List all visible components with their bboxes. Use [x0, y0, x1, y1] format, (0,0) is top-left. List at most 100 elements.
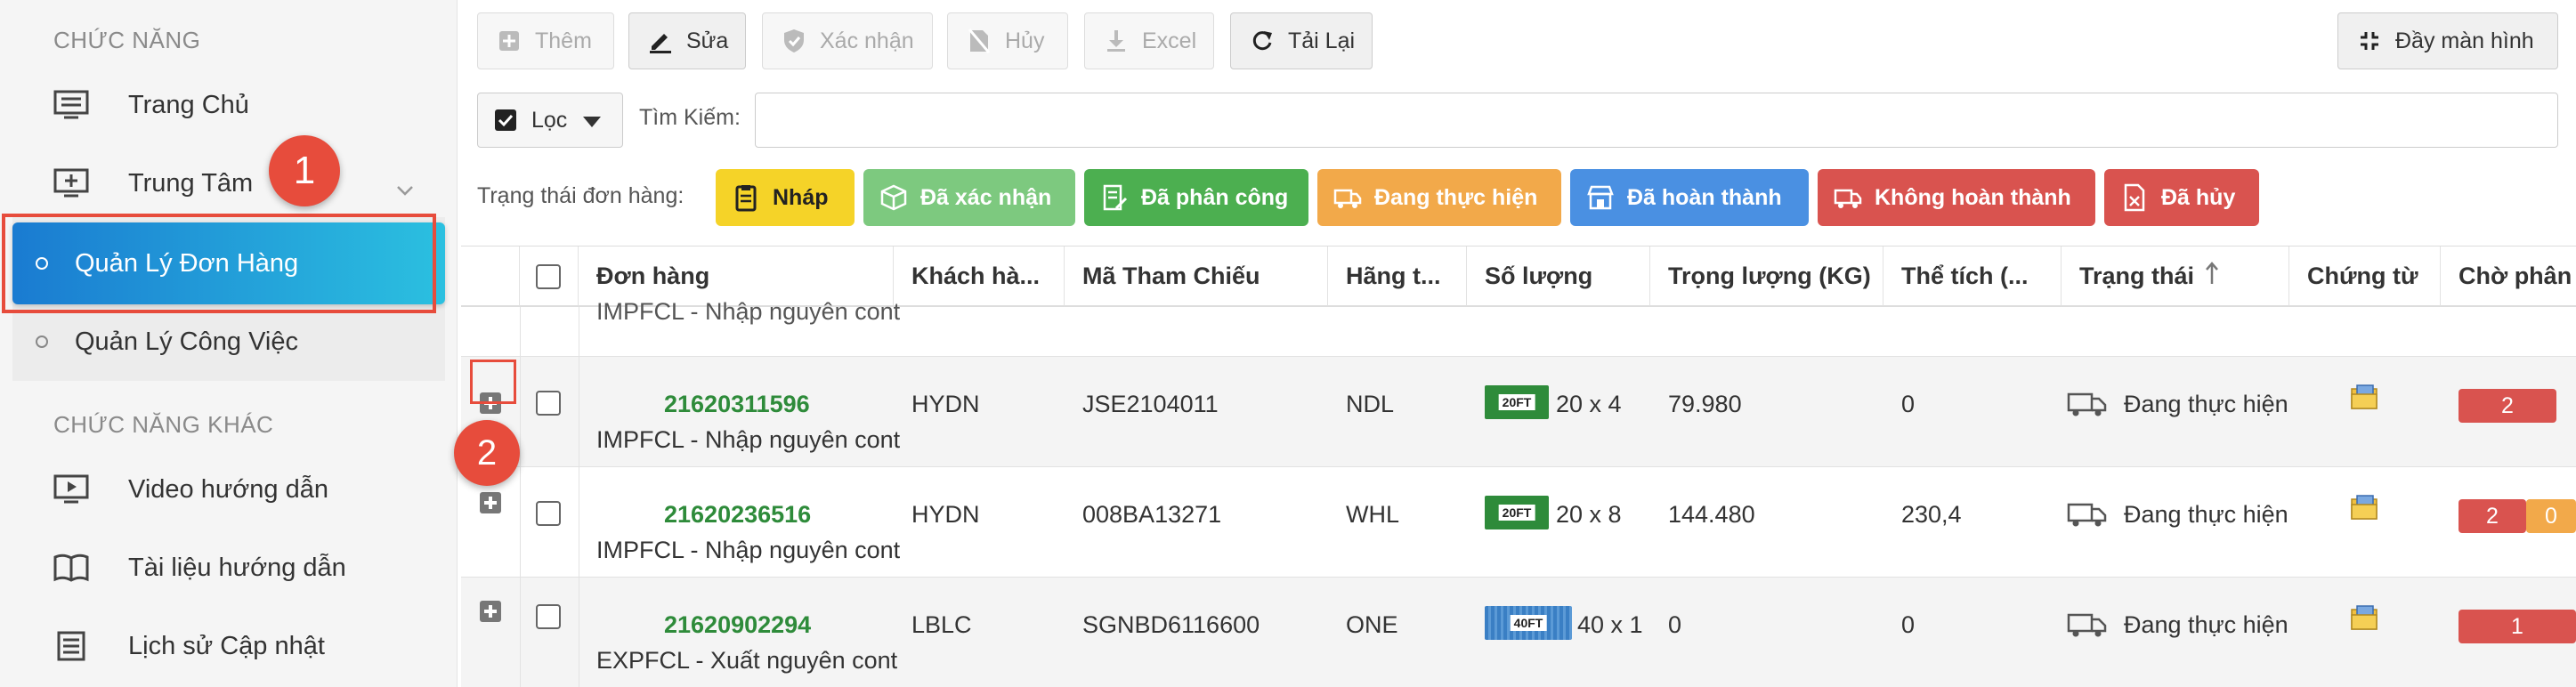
truck-remove-icon: [1834, 189, 1862, 208]
select-all-checkbox[interactable]: [536, 264, 561, 289]
header-carrier[interactable]: Hãng t...: [1328, 247, 1467, 307]
table-row[interactable]: 21620902294 EXPFCL - Xuất nguyên cont LB…: [461, 578, 2576, 687]
row-checkbox[interactable]: [536, 604, 561, 629]
table-row[interactable]: 21620311596 IMPFCL - Nhập nguyên cont HY…: [461, 357, 2576, 467]
highlight-frame-expand: [470, 360, 516, 404]
list-icon: [52, 626, 91, 666]
callout-badge-1: 1: [269, 135, 340, 206]
quantity: 40 x 1: [1577, 611, 1643, 638]
search-label: Tìm Kiếm:: [639, 105, 741, 130]
sidebar-item-label: Quản Lý Công Việc: [75, 327, 298, 356]
truck-icon: [2067, 611, 2108, 643]
status-not-completed-button[interactable]: Không hoàn thành: [1818, 169, 2095, 226]
excel-button[interactable]: Excel: [1084, 12, 1214, 69]
customer: HYDN: [911, 391, 980, 417]
sidebar-item-label: Trung Tâm: [128, 168, 254, 198]
store-icon: [1587, 185, 1614, 210]
sidebar-item-docs[interactable]: Tài liệu hướng dẫn: [0, 532, 458, 603]
header-status[interactable]: Trạng thái: [2062, 247, 2289, 307]
callout-badge-2: 2: [454, 420, 520, 486]
highlight-frame-menu: [2, 214, 436, 313]
clipboard-icon: [735, 185, 757, 212]
status-draft-button[interactable]: Nháp: [716, 169, 855, 226]
sidebar-item-home[interactable]: Trang Chủ: [0, 69, 458, 141]
order-id-link[interactable]: 21620902294: [664, 611, 811, 639]
partial-order-type: IMPFCL - Nhập nguyên cont: [596, 298, 901, 325]
search-input[interactable]: [755, 93, 2558, 148]
sidebar-item-changelog[interactable]: Lịch sử Cập nhật: [0, 610, 458, 682]
header-volume[interactable]: Thể tích (...: [1883, 247, 2062, 307]
truck-icon: [2067, 391, 2108, 422]
box-icon: [880, 184, 907, 211]
reference: SGNBD6116600: [1082, 611, 1260, 638]
status-confirmed-button[interactable]: Đã xác nhận: [863, 169, 1075, 226]
row-checkbox[interactable]: [536, 391, 561, 416]
table-row[interactable]: 21620236516 IMPFCL - Nhập nguyên cont HY…: [461, 467, 2576, 578]
pending-badge: 2: [2459, 389, 2556, 423]
weight: 0: [1668, 611, 1682, 638]
status-in-progress-button[interactable]: Đang thực hiện: [1317, 169, 1561, 226]
documents-folder-icon[interactable]: [2350, 384, 2380, 415]
pending-badge: 1: [2459, 610, 2576, 643]
order-type: IMPFCL - Nhập nguyên cont: [596, 537, 901, 563]
bullet-icon: [36, 335, 48, 348]
sidebar-item-label: Tài liệu hướng dẫn: [128, 553, 346, 582]
sort-ascending-icon[interactable]: [2205, 261, 2219, 292]
container-20ft-icon: 20FT: [1485, 496, 1549, 529]
sidebar-item-center[interactable]: Trung Tâm: [0, 148, 458, 219]
filter-label: Lọc: [531, 107, 568, 133]
carrier: ONE: [1346, 611, 1398, 638]
status-cancelled-button[interactable]: Đã hủy: [2104, 169, 2259, 226]
chevron-down-icon[interactable]: [395, 174, 415, 204]
caret-down-icon: [583, 108, 602, 133]
header-customer[interactable]: Khách hà...: [894, 247, 1065, 307]
pencil-icon: [647, 28, 674, 54]
documents-folder-icon[interactable]: [2350, 494, 2380, 525]
fullscreen-button[interactable]: Đầy màn hình: [2337, 12, 2558, 69]
status-text: Đang thực hiện: [2124, 391, 2288, 417]
reload-button[interactable]: Tải Lại: [1230, 12, 1373, 69]
edit-button[interactable]: Sửa: [628, 12, 746, 69]
reference: 008BA13271: [1082, 501, 1222, 528]
section-heading-other: CHỨC NĂNG KHÁC: [53, 411, 274, 438]
add-button[interactable]: Thêm: [477, 12, 614, 69]
status-completed-button[interactable]: Đã hoàn thành: [1570, 169, 1809, 226]
order-id-link[interactable]: 21620311596: [664, 391, 810, 418]
header-expand-cell: [461, 247, 520, 307]
expand-row-icon[interactable]: [480, 601, 501, 622]
status-text: Đang thực hiện: [2124, 611, 2288, 638]
header-weight[interactable]: Trọng lượng (KG): [1650, 247, 1883, 307]
header-documents[interactable]: Chứng từ: [2289, 247, 2441, 307]
header-select-all[interactable]: [520, 247, 579, 307]
carrier: NDL: [1346, 391, 1395, 417]
truck-icon: [1333, 189, 1362, 208]
pending-badge-secondary: 0: [2526, 499, 2576, 533]
sidebar-item-video-guide[interactable]: Video hướng dẫn: [0, 454, 458, 525]
quantity: 20 x 4: [1556, 391, 1622, 417]
header-quantity[interactable]: Số lượng: [1467, 247, 1650, 307]
header-pending[interactable]: Chờ phân: [2441, 247, 2576, 307]
section-heading-main: CHỨC NĂNG: [53, 27, 201, 53]
documents-folder-icon[interactable]: [2350, 604, 2380, 635]
row-checkbox[interactable]: [536, 501, 561, 526]
checkbox-checked-icon: [494, 109, 517, 132]
customer: LBLC: [911, 611, 972, 638]
order-status-label: Trạng thái đơn hàng:: [477, 183, 685, 208]
weight: 79.980: [1668, 391, 1742, 417]
refresh-icon: [1249, 28, 1276, 54]
status-assigned-button[interactable]: Đã phân công: [1084, 169, 1308, 226]
carrier: WHL: [1346, 501, 1399, 528]
weight: 144.480: [1668, 501, 1755, 528]
header-reference[interactable]: Mã Tham Chiếu: [1065, 247, 1328, 307]
table-row-partial: IMPFCL - Nhập nguyên cont: [461, 298, 2576, 357]
download-icon: [1103, 28, 1130, 54]
cancel-button[interactable]: Hủy: [947, 12, 1068, 69]
confirm-button[interactable]: Xác nhận: [762, 12, 933, 69]
expand-row-icon[interactable]: [480, 492, 501, 513]
compress-icon: [2356, 28, 2383, 54]
order-id-link[interactable]: 21620236516: [664, 501, 811, 529]
file-cancel-icon: [966, 28, 992, 54]
column-divider: [520, 307, 521, 687]
filter-dropdown[interactable]: Lọc: [477, 93, 623, 148]
video-icon: [52, 470, 91, 509]
